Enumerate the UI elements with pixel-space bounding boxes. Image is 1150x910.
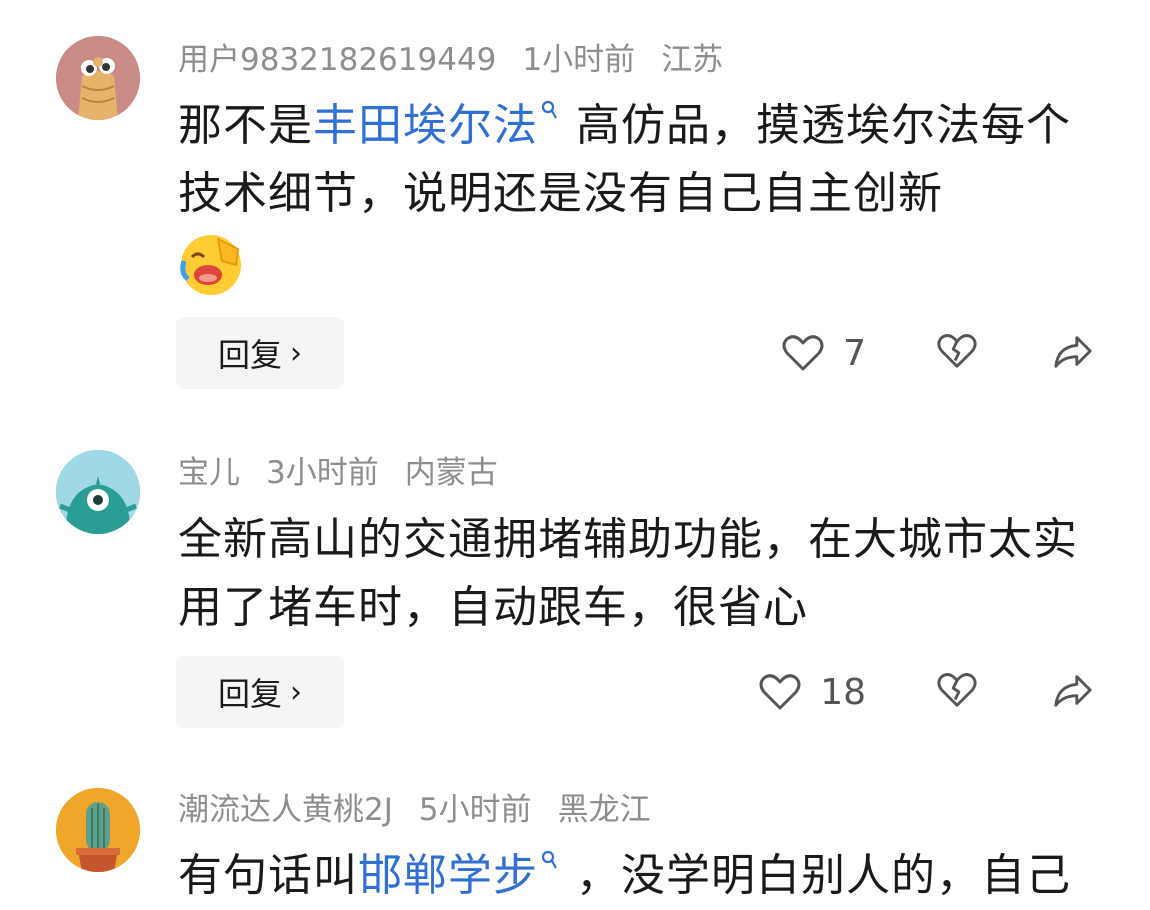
username[interactable]: 用户9832182619449 bbox=[178, 42, 496, 78]
comment-meta: 潮流达人黄桃2J 5小时前 黑龙江 bbox=[178, 790, 677, 830]
heart-icon bbox=[782, 335, 824, 371]
comment-text: 全新高山的交通拥堵辅助功能，在大城市太实用了堵车时，自动跟车，很省心 bbox=[178, 514, 1078, 633]
comment-text: 有句话叫邯郸学步 ，没学明白别人的，自己 bbox=[178, 842, 1108, 910]
timestamp: 1小时前 bbox=[522, 42, 636, 78]
laughing-crying-emoji-icon bbox=[180, 235, 241, 295]
like-count: 7 bbox=[843, 332, 866, 374]
reply-label: 回复 bbox=[217, 675, 282, 713]
comment-actions: 7 bbox=[781, 317, 1094, 389]
dislike-button[interactable] bbox=[936, 670, 978, 714]
broken-heart-icon bbox=[937, 334, 977, 368]
teal-monster-avatar-icon bbox=[56, 450, 140, 534]
timestamp: 3小时前 bbox=[266, 455, 379, 491]
comment-text-pre: 有句话叫 bbox=[178, 850, 358, 901]
search-icon[interactable] bbox=[540, 100, 558, 124]
chevron-right-icon: › bbox=[290, 674, 302, 710]
share-arrow-icon bbox=[1054, 336, 1092, 368]
dislike-button[interactable] bbox=[936, 331, 978, 375]
reply-label: 回复 bbox=[217, 336, 282, 374]
location: 江苏 bbox=[661, 42, 724, 78]
like-count: 18 bbox=[820, 671, 866, 713]
share-arrow-icon bbox=[1054, 675, 1092, 707]
comment-text-post: ，没学明白别人的，自己 bbox=[576, 850, 1071, 901]
timestamp: 5小时前 bbox=[418, 792, 532, 828]
comment-meta: 宝儿 3小时前 内蒙古 bbox=[178, 453, 524, 493]
user-avatar[interactable] bbox=[56, 788, 140, 872]
location: 内蒙古 bbox=[404, 455, 498, 491]
share-button[interactable] bbox=[1052, 670, 1094, 714]
user-avatar[interactable] bbox=[56, 36, 140, 120]
user-avatar[interactable] bbox=[56, 450, 140, 534]
share-button[interactable] bbox=[1052, 331, 1094, 375]
reply-button[interactable]: 回复 › bbox=[176, 317, 344, 389]
username[interactable]: 潮流达人黄桃2J bbox=[178, 792, 393, 828]
comment-text: 那不是丰田埃尔法 高仿品，摸透埃尔法每个技术细节，说明还是没有自己自主创新 bbox=[178, 92, 1108, 297]
cactus-avatar-icon bbox=[56, 788, 140, 872]
location: 黑龙江 bbox=[557, 792, 651, 828]
comment-text-pre: 那不是 bbox=[178, 100, 313, 151]
search-link[interactable]: 丰田埃尔法 bbox=[313, 100, 538, 151]
cartoon-creature-avatar-icon bbox=[56, 36, 140, 120]
comment-meta: 用户9832182619449 1小时前 江苏 bbox=[178, 40, 749, 80]
comment-actions: 18 bbox=[758, 656, 1094, 728]
username[interactable]: 宝儿 bbox=[178, 455, 240, 491]
like-button[interactable]: 18 bbox=[758, 672, 866, 713]
like-button[interactable]: 7 bbox=[781, 333, 866, 374]
reply-button[interactable]: 回复 › bbox=[176, 656, 344, 728]
search-link[interactable]: 邯郸学步 bbox=[358, 850, 538, 901]
heart-icon bbox=[759, 674, 801, 710]
broken-heart-icon bbox=[937, 673, 977, 707]
chevron-right-icon: › bbox=[290, 335, 302, 371]
search-icon[interactable] bbox=[540, 850, 558, 874]
